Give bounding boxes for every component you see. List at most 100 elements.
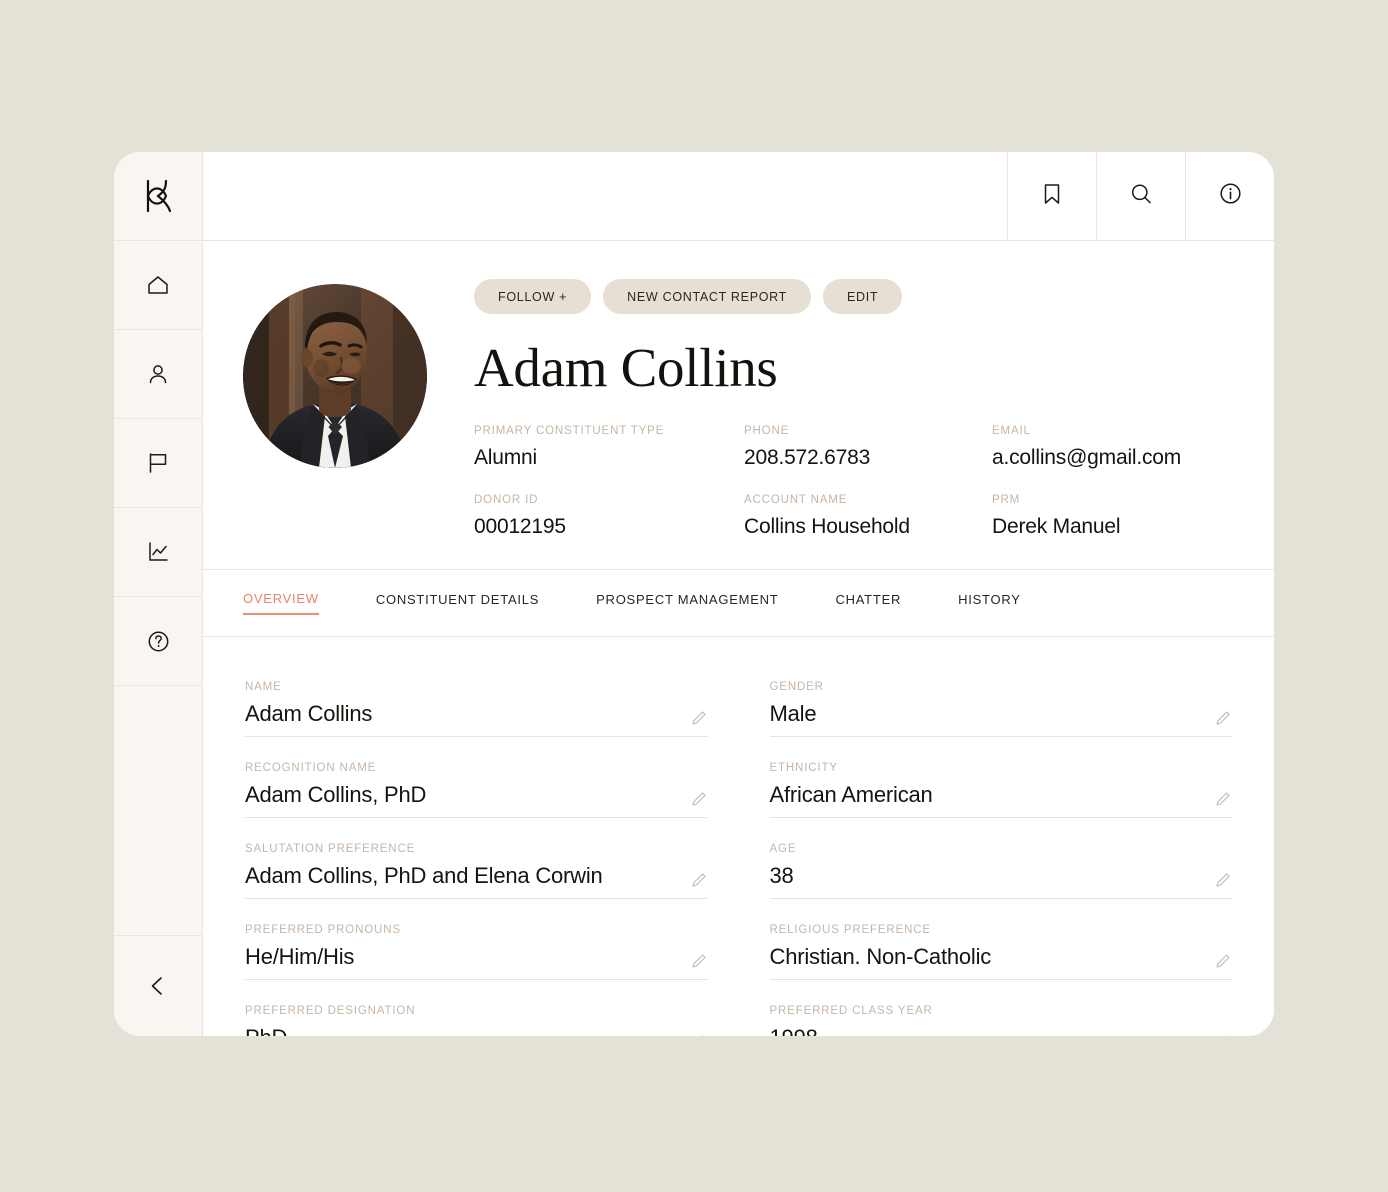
- tab-chatter[interactable]: CHATTER: [835, 592, 901, 614]
- sidebar-spacer: [114, 686, 202, 936]
- meta-value: Collins Household: [744, 515, 910, 538]
- meta-value: 208.572.6783: [744, 446, 871, 469]
- meta-label: EMAIL: [992, 425, 1031, 437]
- info-circle-icon: [1217, 180, 1244, 212]
- chart-line-icon: [145, 539, 171, 565]
- profile-header: FOLLOW + NEW CONTACT REPORT EDIT Adam Co…: [203, 241, 1274, 570]
- field-gender: GENDER Male: [769, 677, 1232, 738]
- field-recognition-name: RECOGNITION NAME Adam Collins, PhD: [245, 758, 708, 819]
- meta-item-prm: PRM Derek Manuel: [992, 494, 1226, 539]
- pencil-icon[interactable]: [1214, 871, 1232, 889]
- search-icon: [1128, 181, 1154, 212]
- profile-body: FOLLOW + NEW CONTACT REPORT EDIT Adam Co…: [429, 277, 1226, 539]
- main-area: FOLLOW + NEW CONTACT REPORT EDIT Adam Co…: [203, 152, 1274, 1036]
- new-contact-report-button[interactable]: NEW CONTACT REPORT: [603, 279, 811, 314]
- overview-fields: NAME Adam Collins RECOGNITION NAME Adam …: [203, 637, 1274, 1036]
- field-age: AGE 38: [769, 839, 1232, 900]
- pencil-icon[interactable]: [1214, 709, 1232, 727]
- info-button[interactable]: [1185, 152, 1274, 240]
- meta-value: a.collins@gmail.com: [992, 446, 1182, 469]
- sidebar-item-home[interactable]: [114, 241, 202, 330]
- app-window: FOLLOW + NEW CONTACT REPORT EDIT Adam Co…: [114, 152, 1274, 1036]
- edit-button[interactable]: EDIT: [823, 279, 903, 314]
- field-label: NAME: [245, 681, 282, 694]
- k-monogram-logo: [141, 178, 175, 214]
- person-icon: [145, 361, 171, 387]
- meta-value: Alumni: [474, 446, 537, 469]
- tab-overview[interactable]: OVERVIEW: [243, 591, 319, 616]
- topbar: [203, 152, 1274, 241]
- avatar: [243, 284, 427, 468]
- flag-icon: [145, 450, 171, 476]
- field-value: Christian. Non-Catholic: [769, 944, 992, 970]
- field-label: PREFERRED PRONOUNS: [245, 924, 401, 937]
- bookmark-icon: [1040, 181, 1064, 212]
- meta-label: ACCOUNT NAME: [744, 494, 848, 506]
- pencil-icon[interactable]: [690, 790, 708, 808]
- bookmark-button[interactable]: [1007, 152, 1096, 240]
- field-label: RECOGNITION NAME: [245, 762, 377, 775]
- field-label: PREFERRED DESIGNATION: [245, 1005, 416, 1018]
- meta-item-email: EMAIL a.collins@gmail.com: [992, 425, 1226, 470]
- follow-button[interactable]: FOLLOW +: [474, 279, 592, 314]
- sidebar-item-help[interactable]: [114, 597, 202, 686]
- meta-item-donor-id: DONOR ID 00012195: [474, 494, 744, 539]
- sidebar-item-flags[interactable]: [114, 419, 202, 508]
- meta-value: 00012195: [474, 515, 566, 538]
- field-label: GENDER: [769, 681, 824, 694]
- meta-label: PRM: [992, 494, 1021, 506]
- app-logo[interactable]: [114, 152, 202, 241]
- field-preferred-pronouns: PREFERRED PRONOUNS He/Him/His: [245, 920, 708, 981]
- field-value: Male: [769, 701, 817, 727]
- field-religious-preference: RELIGIOUS PREFERENCE Christian. Non-Cath…: [769, 920, 1232, 981]
- sidebar: [114, 152, 203, 1036]
- field-label: SALUTATION PREFERENCE: [245, 843, 416, 856]
- meta-value: Derek Manuel: [992, 515, 1121, 538]
- meta-label: DONOR ID: [474, 494, 539, 506]
- field-preferred-class-year: PREFERRED CLASS YEAR 1998: [770, 1001, 1233, 1036]
- field-ethnicity: ETHNICITY African American: [769, 758, 1232, 819]
- pencil-icon[interactable]: [690, 871, 708, 889]
- page-title: Adam Collins: [474, 337, 778, 398]
- tab-bar: OVERVIEW CONSTITUENT DETAILS PROSPECT MA…: [203, 570, 1274, 638]
- sidebar-item-reports[interactable]: [114, 508, 202, 597]
- avatar-wrap: [243, 277, 429, 539]
- help-circle-icon: [145, 628, 172, 655]
- pencil-icon[interactable]: [690, 952, 708, 970]
- meta-item-account-name: ACCOUNT NAME Collins Household: [744, 494, 992, 539]
- chevron-left-icon: [145, 973, 171, 999]
- home-icon: [145, 272, 171, 298]
- pencil-icon[interactable]: [1214, 790, 1232, 808]
- search-button[interactable]: [1096, 152, 1185, 240]
- field-value: Adam Collins: [245, 701, 373, 727]
- meta-label: PRIMARY CONSTITUENT TYPE: [474, 425, 665, 437]
- meta-item-phone: PHONE 208.572.6783: [744, 425, 992, 470]
- collapse-sidebar-button[interactable]: [114, 936, 202, 1036]
- field-value: Adam Collins, PhD and Elena Corwin: [245, 863, 603, 889]
- tab-constituent-details[interactable]: CONSTITUENT DETAILS: [376, 592, 539, 614]
- field-label: RELIGIOUS PREFERENCE: [769, 924, 931, 937]
- profile-meta-grid: PRIMARY CONSTITUENT TYPE Alumni PHONE 20…: [474, 425, 1226, 539]
- field-value: Adam Collins, PhD: [245, 782, 427, 808]
- overview-right-column: GENDER Male ETHNICITY African American A…: [769, 677, 1233, 1036]
- field-value: 38: [769, 863, 794, 889]
- sidebar-item-constituents[interactable]: [114, 330, 202, 419]
- pencil-icon[interactable]: [690, 1033, 708, 1036]
- field-value: PhD: [245, 1025, 287, 1036]
- field-preferred-designation: PREFERRED DESIGNATION PhD: [245, 1001, 708, 1036]
- field-name: NAME Adam Collins: [245, 677, 708, 738]
- overview-left-column: NAME Adam Collins RECOGNITION NAME Adam …: [245, 677, 708, 1036]
- pencil-icon[interactable]: [1214, 1033, 1232, 1036]
- field-salutation-preference: SALUTATION PREFERENCE Adam Collins, PhD …: [245, 839, 708, 900]
- tab-history[interactable]: HISTORY: [958, 592, 1021, 614]
- field-label: ETHNICITY: [769, 762, 838, 775]
- field-value: African American: [769, 782, 933, 808]
- meta-item-primary-constituent-type: PRIMARY CONSTITUENT TYPE Alumni: [474, 425, 744, 470]
- field-label: PREFERRED CLASS YEAR: [769, 1005, 933, 1018]
- pencil-icon[interactable]: [1214, 952, 1232, 970]
- tab-prospect-management[interactable]: PROSPECT MANAGEMENT: [596, 592, 778, 614]
- profile-actions: FOLLOW + NEW CONTACT REPORT EDIT: [474, 279, 1226, 314]
- field-value: 1998: [770, 1025, 818, 1036]
- pencil-icon[interactable]: [690, 709, 708, 727]
- field-value: He/Him/His: [245, 944, 355, 970]
